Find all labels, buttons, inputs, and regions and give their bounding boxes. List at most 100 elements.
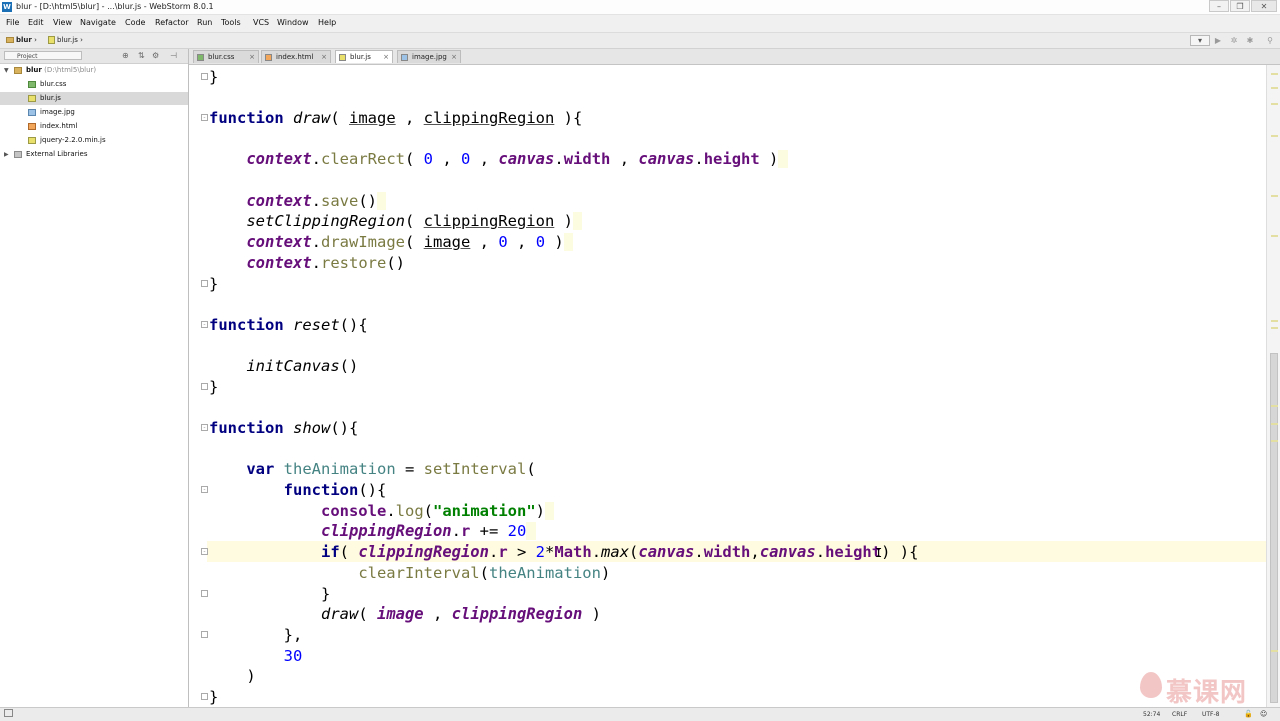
breadcrumb-file[interactable]: blur.js › xyxy=(48,35,83,45)
tree-item-index-html[interactable]: index.html xyxy=(0,120,188,133)
expand-arrow-icon[interactable]: ▼ xyxy=(4,64,9,77)
breadcrumb-project[interactable]: blur › xyxy=(6,35,37,45)
code-line: context.drawImage( image , 0 , 0 ) xyxy=(209,232,574,253)
css-file-icon xyxy=(28,81,36,88)
fold-marker-icon[interactable]: - xyxy=(201,321,208,328)
tree-item-blur-js[interactable]: blur.js xyxy=(0,92,188,105)
tree-item-external-libraries[interactable]: ▶ External Libraries xyxy=(0,148,188,161)
tab-blur-css[interactable]: blur.css × xyxy=(193,50,259,63)
caret-position[interactable]: 52:74 xyxy=(1143,710,1160,719)
fold-marker-icon[interactable] xyxy=(201,280,208,287)
error-stripe-mark[interactable] xyxy=(1271,405,1278,407)
tree-item-image-jpg[interactable]: image.jpg xyxy=(0,106,188,119)
css-file-icon xyxy=(197,54,204,61)
error-stripe-mark[interactable] xyxy=(1271,440,1278,442)
project-tool-window: Project ⊕ ⇅ ⚙ ⊣ ▼ blur (D:\html5\blur) b… xyxy=(0,49,189,707)
target-icon[interactable]: ⊕ xyxy=(122,51,129,60)
code-editor[interactable]: - - - - - } function draw( image , clipp… xyxy=(189,65,1266,707)
menu-run[interactable]: Run xyxy=(197,18,212,27)
lock-icon[interactable]: 🔓 xyxy=(1244,710,1253,719)
inspector-icon[interactable]: ☺ xyxy=(1260,710,1267,719)
tab-label: index.html xyxy=(276,53,314,61)
error-stripe-mark[interactable] xyxy=(1271,103,1278,105)
run-config-dropdown[interactable]: ▾ xyxy=(1190,35,1210,46)
mouse-cursor-icon: I xyxy=(875,546,883,560)
error-stripe-mark[interactable] xyxy=(1271,195,1278,197)
menu-vcs[interactable]: VCS xyxy=(253,18,269,27)
folder-icon xyxy=(14,67,22,74)
tool-windows-icon[interactable] xyxy=(4,709,13,717)
close-icon[interactable]: × xyxy=(249,51,255,64)
fold-marker-icon[interactable] xyxy=(201,383,208,390)
error-stripe-mark[interactable] xyxy=(1271,327,1278,329)
debug-icon[interactable]: ✲ xyxy=(1228,35,1240,46)
tree-item-blur[interactable]: ▼ blur (D:\html5\blur) xyxy=(0,64,188,77)
code-line: function(){ xyxy=(283,481,387,499)
tab-blur-js[interactable]: blur.js × xyxy=(335,50,393,63)
fold-marker-icon[interactable] xyxy=(201,631,208,638)
fold-marker-icon[interactable]: - xyxy=(201,424,208,431)
coverage-icon[interactable]: ✱ xyxy=(1244,35,1256,46)
fold-marker-icon[interactable] xyxy=(201,590,208,597)
file-encoding[interactable]: UTF-8 xyxy=(1202,710,1220,719)
code-line: initCanvas() xyxy=(246,357,359,375)
menu-navigate[interactable]: Navigate xyxy=(80,18,116,27)
js-file-icon xyxy=(28,137,36,144)
collapse-icon[interactable]: ⇅ xyxy=(138,51,145,60)
tree-item-jquery[interactable]: jquery-2.2.0.min.js xyxy=(0,134,188,147)
close-icon[interactable]: × xyxy=(451,51,457,64)
search-everywhere-icon[interactable]: ⚲ xyxy=(1264,35,1276,46)
fold-marker-icon[interactable] xyxy=(201,693,208,700)
close-icon[interactable]: × xyxy=(383,51,389,64)
error-stripe-mark[interactable] xyxy=(1271,650,1278,652)
menu-file[interactable]: File xyxy=(6,18,19,27)
gear-icon[interactable]: ⚙ xyxy=(152,51,159,60)
tab-label: image.jpg xyxy=(412,53,447,61)
image-file-icon xyxy=(401,54,408,61)
code-line: function reset(){ xyxy=(209,316,368,334)
tree-item-blur-css[interactable]: blur.css xyxy=(0,78,188,91)
error-stripe-mark[interactable] xyxy=(1271,73,1278,75)
code-line: 30 xyxy=(283,647,303,665)
hide-panel-icon[interactable]: ⊣ xyxy=(170,51,177,60)
menu-refactor[interactable]: Refactor xyxy=(155,18,189,27)
menu-edit[interactable]: Edit xyxy=(28,18,44,27)
error-stripe-mark[interactable] xyxy=(1271,423,1278,425)
tree-item-label: image.jpg xyxy=(40,108,75,116)
menu-view[interactable]: View xyxy=(53,18,72,27)
menu-code[interactable]: Code xyxy=(125,18,145,27)
menu-help[interactable]: Help xyxy=(318,18,336,27)
error-stripe-mark[interactable] xyxy=(1271,235,1278,237)
fold-marker-icon[interactable] xyxy=(201,73,208,80)
run-icon[interactable]: ▶ xyxy=(1212,35,1224,46)
error-stripe-mark[interactable] xyxy=(1271,87,1278,89)
minimize-button[interactable]: – xyxy=(1209,0,1229,12)
fold-marker-icon[interactable]: - xyxy=(201,548,208,555)
js-file-icon xyxy=(48,36,55,44)
line-separator[interactable]: CRLF xyxy=(1172,710,1187,719)
code-line: } xyxy=(209,68,219,86)
close-icon[interactable]: × xyxy=(321,51,327,64)
title-bar: W blur - [D:\html5\blur] - ...\blur.js -… xyxy=(0,0,1280,15)
project-view-selector[interactable]: Project xyxy=(4,51,82,60)
code-line: } xyxy=(209,275,219,293)
fold-marker-icon[interactable]: - xyxy=(201,114,208,121)
close-window-button[interactable]: ✕ xyxy=(1251,0,1277,12)
html-file-icon xyxy=(28,123,36,130)
code-line: } xyxy=(209,688,219,706)
tab-label: blur.js xyxy=(350,53,371,61)
editor-scrollbar[interactable] xyxy=(1266,65,1280,707)
menu-window[interactable]: Window xyxy=(277,18,309,27)
menu-tools[interactable]: Tools xyxy=(221,18,241,27)
fold-marker-icon[interactable]: - xyxy=(201,486,208,493)
tab-index-html[interactable]: index.html × xyxy=(261,50,331,63)
tree-item-label: External Libraries xyxy=(26,150,88,158)
error-stripe-mark[interactable] xyxy=(1271,135,1278,137)
error-stripe-mark[interactable] xyxy=(1271,320,1278,322)
html-file-icon xyxy=(265,54,272,61)
tree-item-label: blur xyxy=(26,66,42,74)
maximize-button[interactable]: ❐ xyxy=(1230,0,1250,12)
tab-image-jpg[interactable]: image.jpg × xyxy=(397,50,461,63)
expand-arrow-icon[interactable]: ▶ xyxy=(4,148,9,161)
code-line: clippingRegion.r += 20 xyxy=(209,521,536,542)
